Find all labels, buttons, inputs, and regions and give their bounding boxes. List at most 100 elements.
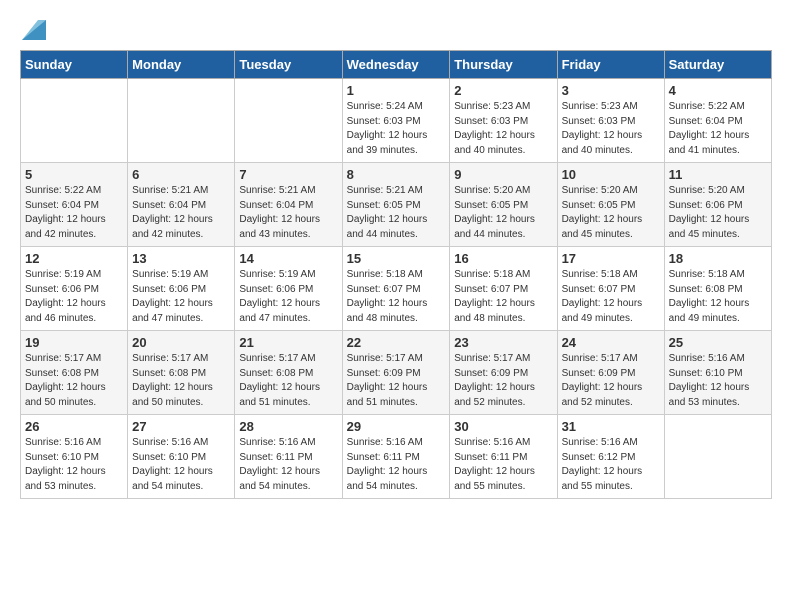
day-header-tuesday: Tuesday [235,51,342,79]
day-info: Sunrise: 5:17 AMSunset: 6:08 PMDaylight:… [132,352,230,410]
day-number: 27 [132,419,230,434]
day-number: 13 [132,251,230,266]
day-info: Sunrise: 5:17 AMSunset: 6:08 PMDaylight:… [25,352,123,410]
day-number: 29 [347,419,446,434]
day-info: Sunrise: 5:21 AMSunset: 6:05 PMDaylight:… [347,184,446,242]
logo-icon [22,20,46,40]
calendar-cell: 9 Sunrise: 5:20 AMSunset: 6:05 PMDaylight… [450,163,557,247]
calendar-cell: 31 Sunrise: 5:16 AMSunset: 6:12 PMDayligh… [557,415,664,499]
day-number: 5 [25,167,123,182]
calendar-cell: 12 Sunrise: 5:19 AMSunset: 6:06 PMDayligh… [21,247,128,331]
calendar-cell: 21Sunrise: 5:17 AMSunset: 6:08 PMDayligh… [235,331,342,415]
day-header-friday: Friday [557,51,664,79]
day-number: 22 [347,335,446,350]
day-number: 6 [132,167,230,182]
day-info: Sunrise: 5:17 AMSunset: 6:09 PMDaylight:… [562,352,660,410]
day-header-sunday: Sunday [21,51,128,79]
day-number: 4 [669,83,767,98]
calendar-cell [21,79,128,163]
day-number: 16 [454,251,552,266]
day-number: 9 [454,167,552,182]
day-info: Sunrise: 5:17 AMSunset: 6:09 PMDaylight:… [454,352,552,410]
day-info: Sunrise: 5:16 AMSunset: 6:10 PMDaylight:… [132,436,230,494]
calendar-cell: 10 Sunrise: 5:20 AMSunset: 6:05 PMDayligh… [557,163,664,247]
calendar-week-row: 5 Sunrise: 5:22 AMSunset: 6:04 PMDaylight… [21,163,772,247]
calendar-cell: 1 Sunrise: 5:24 AMSunset: 6:03 PMDaylight… [342,79,450,163]
calendar-cell: 5 Sunrise: 5:22 AMSunset: 6:04 PMDaylight… [21,163,128,247]
calendar-cell: 18 Sunrise: 5:18 AMSunset: 6:08 PMDayligh… [664,247,771,331]
calendar-cell: 26 Sunrise: 5:16 AMSunset: 6:10 PMDayligh… [21,415,128,499]
day-info: Sunrise: 5:23 AMSunset: 6:03 PMDaylight:… [454,100,552,158]
day-info: Sunrise: 5:17 AMSunset: 6:08 PMDaylight:… [239,352,337,410]
day-info: Sunrise: 5:16 AMSunset: 6:10 PMDaylight:… [669,352,767,410]
calendar-cell: 11Sunrise: 5:20 AMSunset: 6:06 PMDayligh… [664,163,771,247]
calendar-week-row: 26 Sunrise: 5:16 AMSunset: 6:10 PMDayligh… [21,415,772,499]
day-info: Sunrise: 5:23 AMSunset: 6:03 PMDaylight:… [562,100,660,158]
logo [20,20,46,40]
calendar-cell: 7Sunrise: 5:21 AMSunset: 6:04 PMDaylight… [235,163,342,247]
calendar-cell: 29 Sunrise: 5:16 AMSunset: 6:11 PMDayligh… [342,415,450,499]
day-info: Sunrise: 5:16 AMSunset: 6:11 PMDaylight:… [347,436,446,494]
day-info: Sunrise: 5:20 AMSunset: 6:06 PMDaylight:… [669,184,767,242]
day-info: Sunrise: 5:20 AMSunset: 6:05 PMDaylight:… [562,184,660,242]
calendar-cell: 28 Sunrise: 5:16 AMSunset: 6:11 PMDayligh… [235,415,342,499]
day-header-monday: Monday [128,51,235,79]
day-number: 17 [562,251,660,266]
day-number: 14 [239,251,337,266]
calendar-cell: 25Sunrise: 5:16 AMSunset: 6:10 PMDayligh… [664,331,771,415]
day-header-thursday: Thursday [450,51,557,79]
day-number: 30 [454,419,552,434]
day-number: 24 [562,335,660,350]
day-info: Sunrise: 5:24 AMSunset: 6:03 PMDaylight:… [347,100,446,158]
day-number: 3 [562,83,660,98]
day-info: Sunrise: 5:18 AMSunset: 6:07 PMDaylight:… [347,268,446,326]
day-info: Sunrise: 5:22 AMSunset: 6:04 PMDaylight:… [25,184,123,242]
calendar-cell: 6 Sunrise: 5:21 AMSunset: 6:04 PMDaylight… [128,163,235,247]
day-info: Sunrise: 5:19 AMSunset: 6:06 PMDaylight:… [132,268,230,326]
calendar-cell: 8 Sunrise: 5:21 AMSunset: 6:05 PMDaylight… [342,163,450,247]
calendar-cell: 4Sunrise: 5:22 AMSunset: 6:04 PMDaylight… [664,79,771,163]
day-info: Sunrise: 5:21 AMSunset: 6:04 PMDaylight:… [132,184,230,242]
day-number: 8 [347,167,446,182]
calendar-cell: 27 Sunrise: 5:16 AMSunset: 6:10 PMDayligh… [128,415,235,499]
day-number: 23 [454,335,552,350]
day-info: Sunrise: 5:17 AMSunset: 6:09 PMDaylight:… [347,352,446,410]
calendar-cell: 13 Sunrise: 5:19 AMSunset: 6:06 PMDayligh… [128,247,235,331]
day-number: 1 [347,83,446,98]
day-number: 20 [132,335,230,350]
calendar-cell: 24 Sunrise: 5:17 AMSunset: 6:09 PMDayligh… [557,331,664,415]
day-number: 15 [347,251,446,266]
day-number: 10 [562,167,660,182]
calendar-header-row: SundayMondayTuesdayWednesdayThursdayFrid… [21,51,772,79]
calendar-cell: 3 Sunrise: 5:23 AMSunset: 6:03 PMDaylight… [557,79,664,163]
day-number: 31 [562,419,660,434]
day-info: Sunrise: 5:18 AMSunset: 6:07 PMDaylight:… [454,268,552,326]
calendar-week-row: 12 Sunrise: 5:19 AMSunset: 6:06 PMDayligh… [21,247,772,331]
day-header-wednesday: Wednesday [342,51,450,79]
day-number: 26 [25,419,123,434]
day-info: Sunrise: 5:20 AMSunset: 6:05 PMDaylight:… [454,184,552,242]
day-info: Sunrise: 5:19 AMSunset: 6:06 PMDaylight:… [25,268,123,326]
calendar-cell: 22 Sunrise: 5:17 AMSunset: 6:09 PMDayligh… [342,331,450,415]
calendar-cell [235,79,342,163]
calendar-cell: 19 Sunrise: 5:17 AMSunset: 6:08 PMDayligh… [21,331,128,415]
calendar-cell: 20 Sunrise: 5:17 AMSunset: 6:08 PMDayligh… [128,331,235,415]
day-info: Sunrise: 5:18 AMSunset: 6:08 PMDaylight:… [669,268,767,326]
calendar-cell: 23 Sunrise: 5:17 AMSunset: 6:09 PMDayligh… [450,331,557,415]
day-info: Sunrise: 5:18 AMSunset: 6:07 PMDaylight:… [562,268,660,326]
day-number: 18 [669,251,767,266]
day-number: 28 [239,419,337,434]
day-number: 19 [25,335,123,350]
calendar-week-row: 1 Sunrise: 5:24 AMSunset: 6:03 PMDaylight… [21,79,772,163]
day-number: 12 [25,251,123,266]
day-info: Sunrise: 5:16 AMSunset: 6:12 PMDaylight:… [562,436,660,494]
day-info: Sunrise: 5:19 AMSunset: 6:06 PMDaylight:… [239,268,337,326]
calendar-cell [664,415,771,499]
day-info: Sunrise: 5:16 AMSunset: 6:10 PMDaylight:… [25,436,123,494]
day-number: 2 [454,83,552,98]
calendar-table: SundayMondayTuesdayWednesdayThursdayFrid… [20,50,772,499]
day-info: Sunrise: 5:16 AMSunset: 6:11 PMDaylight:… [239,436,337,494]
day-header-saturday: Saturday [664,51,771,79]
calendar-cell: 17 Sunrise: 5:18 AMSunset: 6:07 PMDayligh… [557,247,664,331]
calendar-cell [128,79,235,163]
